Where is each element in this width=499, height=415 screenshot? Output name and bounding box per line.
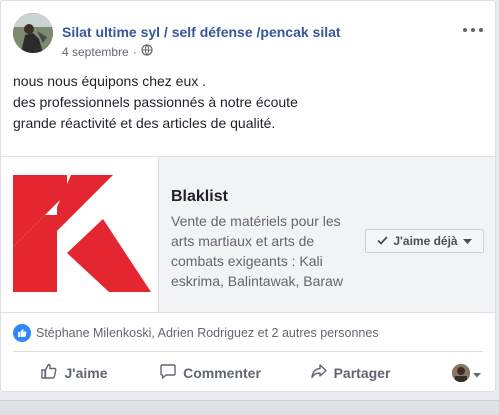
liked-page-label: J'aime déjà [393, 234, 458, 248]
page-avatar[interactable] [13, 13, 53, 53]
link-description: Vente de matériels pour les arts martiau… [171, 213, 343, 289]
user-avatar [452, 363, 470, 382]
liked-page-button[interactable]: J'aime déjà [365, 229, 484, 253]
reactions-summary[interactable]: Stéphane Milenkoski, Adrien Rodriguez et… [13, 323, 483, 343]
link-preview-card[interactable]: Blaklist Vente de matériels pour les art… [1, 156, 495, 313]
reactions-text[interactable]: Stéphane Milenkoski, Adrien Rodriguez et… [36, 326, 379, 340]
link-title[interactable]: Blaklist [171, 188, 228, 206]
share-button[interactable]: Partager [285, 357, 415, 389]
post-as-selector[interactable] [415, 357, 481, 389]
post-message: nous nous équipons chez eux . des profes… [13, 71, 298, 134]
caret-down-icon [462, 234, 472, 248]
like-button[interactable]: J'aime [13, 357, 135, 389]
post-date[interactable]: 4 septembre [62, 45, 129, 59]
post-meta: 4 septembre · [62, 44, 153, 59]
comment-icon [159, 362, 177, 383]
share-icon [310, 362, 328, 383]
post-text-line: grande réactivité et des articles de qua… [13, 115, 276, 131]
comment-button[interactable]: Commenter [135, 357, 285, 389]
post-text-line: nous nous équipons chez eux . [13, 73, 207, 89]
like-reaction-icon [13, 324, 31, 342]
post-card: Silat ultime syl / self défense /pencak … [0, 0, 496, 392]
like-label: J'aime [64, 364, 108, 381]
share-label: Partager [333, 364, 391, 381]
globe-icon[interactable] [141, 44, 153, 59]
post-actions-bar: J'aime Commenter Partager [13, 351, 483, 391]
blaklist-logo[interactable] [1, 157, 159, 312]
checkmark-icon [377, 234, 389, 248]
caret-down-icon [473, 365, 481, 381]
post-header: Silat ultime syl / self défense /pencak … [13, 13, 485, 59]
page-name-link[interactable]: Silat ultime syl / self défense /pencak … [62, 24, 341, 40]
more-options-icon[interactable] [463, 25, 483, 35]
thumbs-up-icon [40, 362, 58, 383]
next-post-edge [0, 400, 499, 415]
post-text-line: des professionnels passionnés à notre éc… [13, 94, 298, 110]
comment-label: Commenter [183, 364, 261, 381]
